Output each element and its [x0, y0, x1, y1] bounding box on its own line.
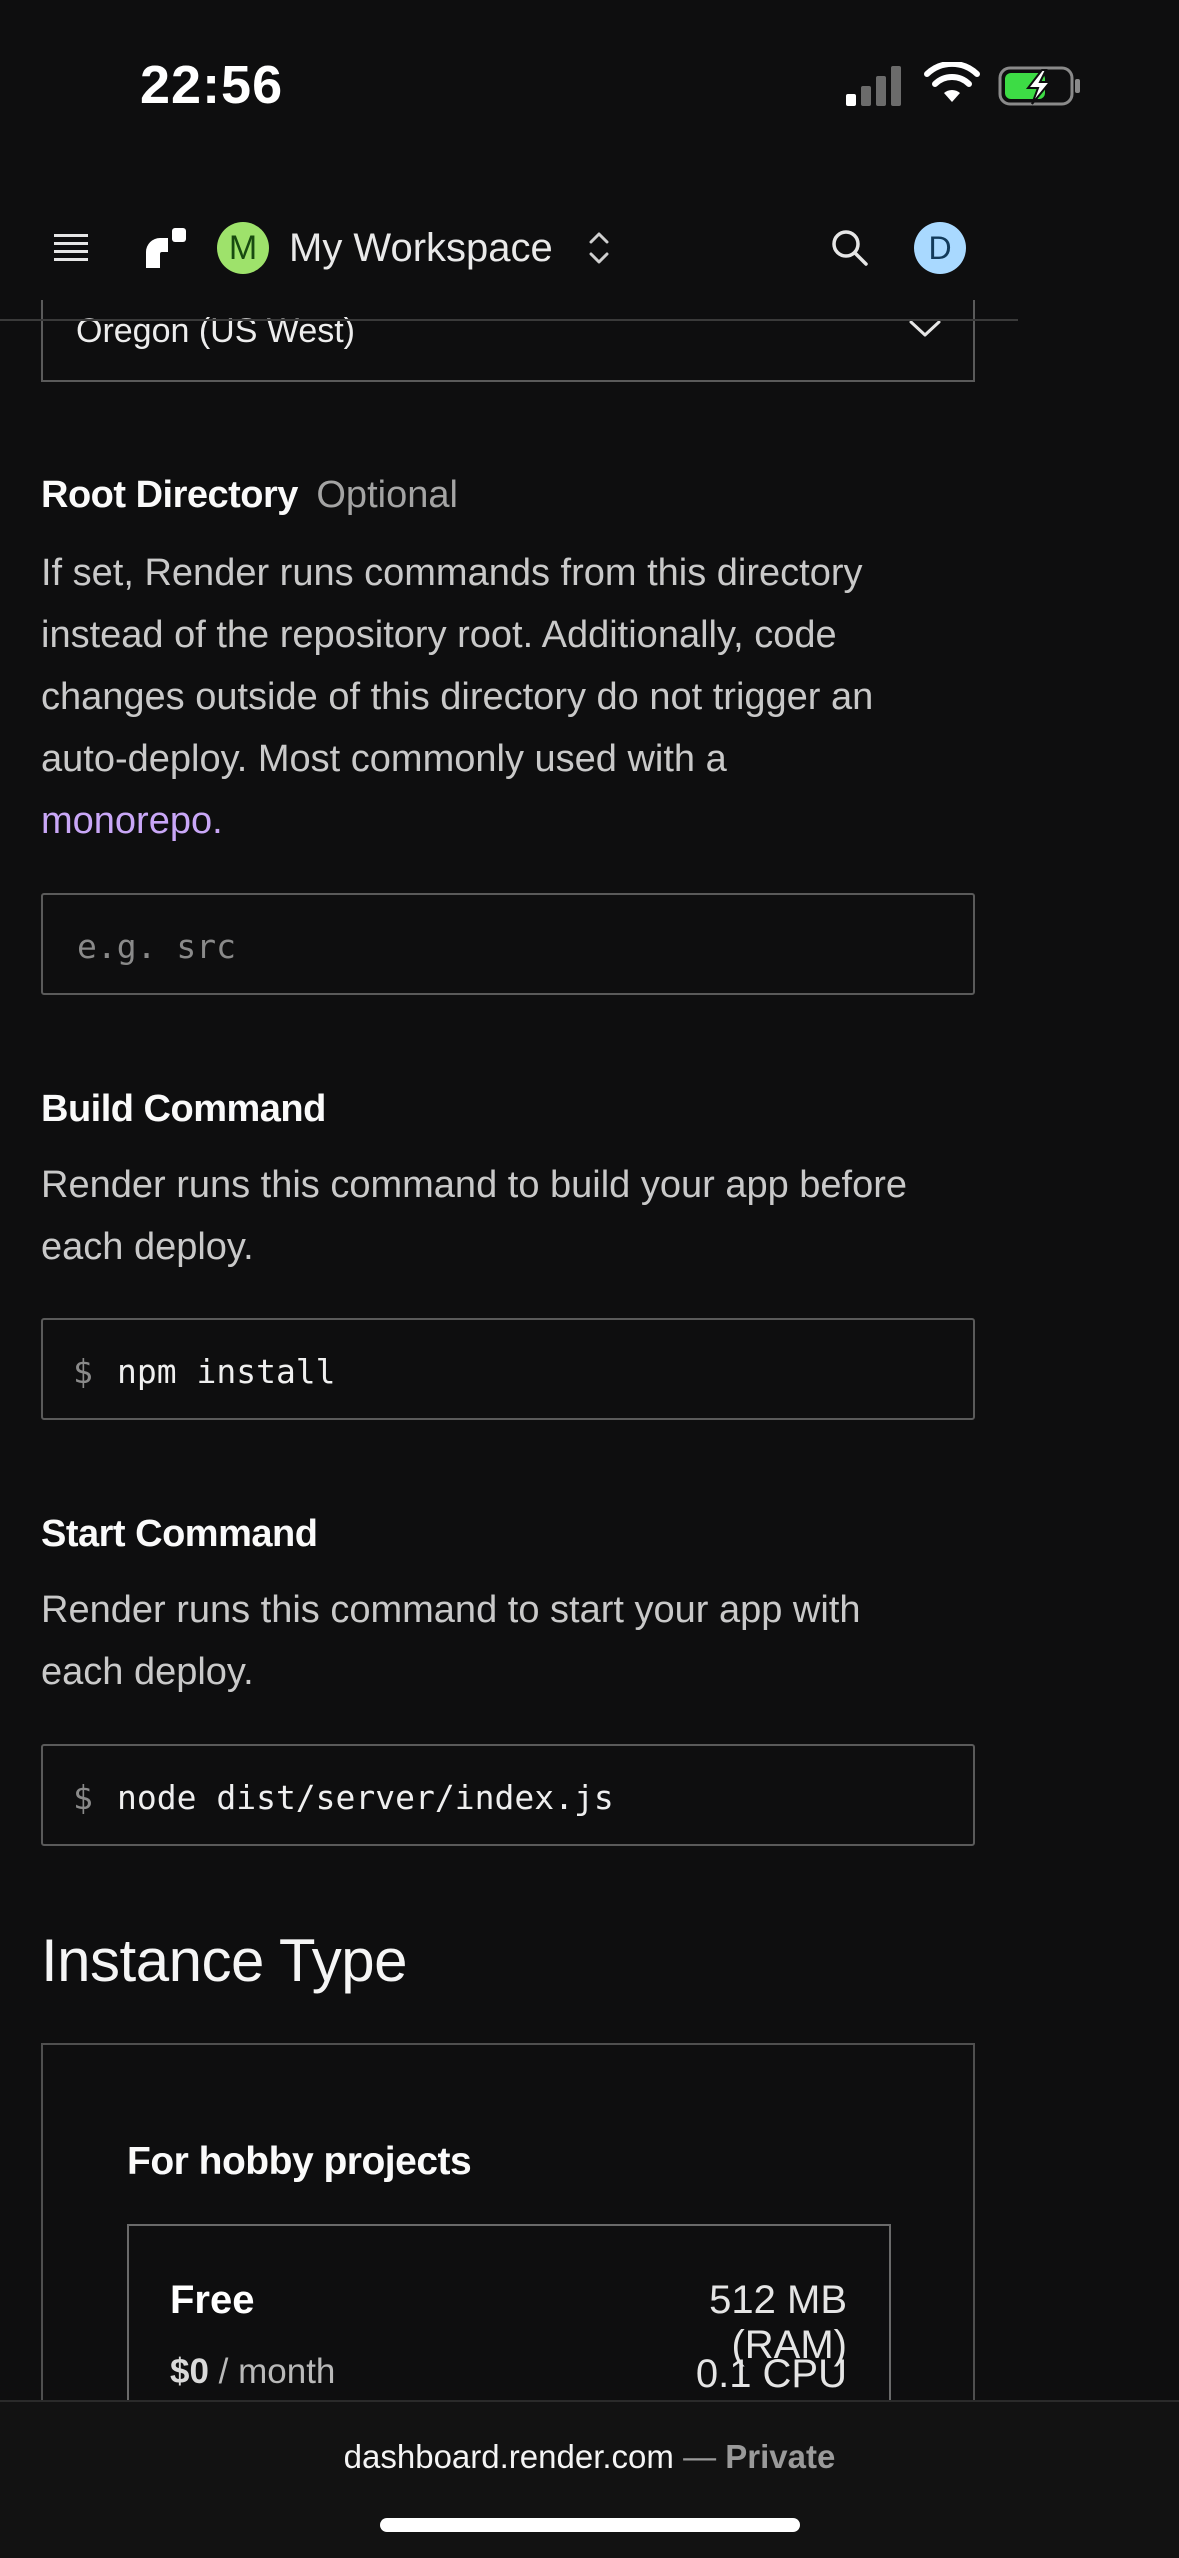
plan-name: Free: [170, 2278, 255, 2322]
description-line: auto-deploy. Most commonly used with a: [41, 738, 727, 780]
description-line: Render runs this command to build your a…: [41, 1164, 908, 1206]
chevron-down-icon[interactable]: [908, 318, 942, 340]
description-line: Render runs this command to start your a…: [41, 1589, 861, 1631]
build-command-input[interactable]: $ npm install: [41, 1318, 975, 1420]
build-command-value: npm install: [117, 1352, 336, 1391]
url-domain[interactable]: dashboard.render.com: [344, 2438, 674, 2475]
home-indicator[interactable]: [380, 2518, 800, 2532]
start-command-description: Render runs this command to start your a…: [41, 1579, 1021, 1703]
region-select-value[interactable]: Oregon (US West): [76, 312, 355, 351]
root-directory-placeholder: e.g. src: [77, 927, 236, 966]
url-separator: —: [683, 2438, 717, 2475]
root-directory-input[interactable]: e.g. src: [41, 893, 975, 995]
instance-type-heading: Instance Type: [41, 1927, 407, 1994]
search-icon[interactable]: [830, 228, 870, 268]
description-line: If set, Render runs commands from this d…: [41, 552, 863, 594]
start-command-label: Start Command: [41, 1513, 318, 1555]
root-directory-label: Root Directory: [41, 474, 298, 516]
battery-charging-icon: [998, 66, 1080, 106]
render-logo-icon[interactable]: [144, 226, 188, 270]
plan-price: $0 / month: [170, 2352, 335, 2392]
root-directory-heading: Root Directory Optional: [41, 474, 458, 517]
cellular-signal-icon: [846, 66, 901, 106]
private-mode-label: Private: [725, 2438, 836, 2475]
monorepo-link[interactable]: monorepo.: [41, 800, 223, 842]
chevron-up-down-icon[interactable]: [586, 228, 612, 268]
menu-icon[interactable]: [54, 232, 88, 262]
browser-bottom-bar: [0, 2400, 1179, 2558]
nav-divider: [0, 319, 1018, 321]
build-command-label: Build Command: [41, 1088, 326, 1130]
description-line: each deploy.: [41, 1226, 254, 1268]
start-command-value: node dist/server/index.js: [117, 1778, 614, 1817]
workspace-avatar[interactable]: M: [217, 222, 269, 274]
user-avatar[interactable]: D: [914, 222, 966, 274]
description-line: changes outside of this directory do not…: [41, 676, 874, 718]
hobby-projects-label: For hobby projects: [127, 2140, 472, 2183]
description-line: instead of the repository root. Addition…: [41, 614, 837, 656]
optional-tag: Optional: [316, 474, 458, 516]
plan-price-amount: $0: [170, 2352, 209, 2391]
status-time: 22:56: [140, 55, 284, 115]
start-command-input[interactable]: $ node dist/server/index.js: [41, 1744, 975, 1846]
plan-price-period: / month: [218, 2352, 336, 2391]
plan-cpu: 0.1 CPU: [695, 2352, 847, 2396]
root-directory-description: If set, Render runs commands from this d…: [41, 542, 1021, 852]
wifi-icon: [924, 62, 980, 102]
command-prefix: $: [73, 1352, 93, 1391]
command-prefix: $: [73, 1778, 93, 1817]
description-line: each deploy.: [41, 1651, 254, 1693]
build-command-description: Render runs this command to build your a…: [41, 1154, 1021, 1278]
workspace-name[interactable]: My Workspace: [289, 226, 553, 271]
browser-url-bar[interactable]: dashboard.render.com — Private: [0, 2438, 1179, 2476]
